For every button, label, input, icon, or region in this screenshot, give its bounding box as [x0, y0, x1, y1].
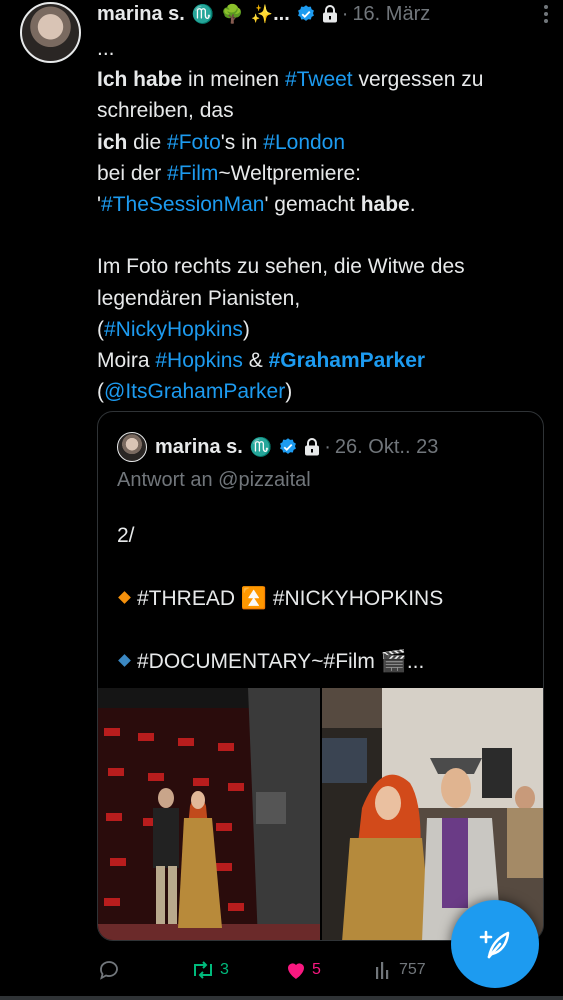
compose-button[interactable]	[451, 900, 539, 988]
lock-icon	[304, 438, 320, 456]
quote-header: marina s. ♏ · 26. Okt.. 23	[117, 432, 438, 462]
photo-premiere-backdrop[interactable]	[98, 688, 320, 940]
lock-icon	[322, 5, 338, 23]
reply-button[interactable]	[97, 958, 125, 982]
author-avatar[interactable]	[20, 2, 81, 63]
retweet-button[interactable]: 3	[190, 958, 229, 982]
like-count: 5	[312, 961, 321, 978]
like-button[interactable]: 5	[284, 958, 321, 982]
hashtag-link[interactable]: #Film	[167, 162, 218, 185]
hashtag-link[interactable]: #GrahamParker	[269, 349, 425, 372]
text-paragraph-1: Ich habe in meinen #Tweet vergessen zu s…	[97, 68, 484, 217]
name-ellipsis: ...	[273, 2, 290, 25]
blue-diamond-icon	[118, 654, 131, 667]
quote-line-1: 2/	[117, 524, 135, 547]
text-ellipsis: ...	[97, 37, 115, 60]
mention-link[interactable]: @ItsGrahamParker	[104, 380, 285, 403]
quote-line-2: #THREAD ⏫ #NICKYHOPKINS	[117, 583, 537, 615]
hashtag-link[interactable]: #NickyHopkins	[104, 318, 243, 341]
orange-diamond-icon	[118, 591, 131, 604]
ophiuchus-emoji: ♏	[191, 3, 215, 24]
ophiuchus-emoji: ♏	[249, 436, 273, 457]
header-separator: ·	[341, 2, 349, 25]
quote-timestamp: 26. Okt.. 23	[334, 435, 439, 458]
text-spacer	[97, 220, 547, 251]
verified-badge-icon	[278, 437, 298, 457]
hashtag-link[interactable]: #Tweet	[285, 68, 353, 91]
quote-line-3: #DOCUMENTARY~#Film 🎬...	[117, 646, 537, 678]
hashtag-link[interactable]: #London	[263, 131, 345, 154]
quote-author-name: marina s.	[155, 435, 243, 458]
views-count: 757	[399, 961, 426, 978]
author-name[interactable]: marina s.	[97, 3, 185, 26]
like-icon	[288, 963, 304, 979]
quoted-tweet[interactable]: marina s. ♏ · 26. Okt.. 23 Antwort an @p…	[97, 411, 544, 941]
hashtag-link[interactable]: #TheSessionMan	[101, 193, 264, 216]
quote-avatar	[117, 432, 147, 462]
retweet-count: 3	[220, 961, 229, 978]
tree-emoji: 🌳	[221, 3, 244, 24]
sparkles-emoji: ✨	[250, 3, 274, 24]
more-icon[interactable]	[543, 4, 549, 24]
verified-badge-icon	[296, 4, 316, 24]
reply-icon	[100, 961, 118, 980]
views-button[interactable]: 757	[373, 959, 426, 981]
tweet-timestamp[interactable]: 16. März	[352, 3, 430, 26]
bottom-divider	[0, 996, 563, 1000]
retweet-icon	[194, 961, 212, 979]
quote-reply-to: Antwort an @pizzaital	[117, 469, 311, 491]
quote-text: 2/ #THREAD ⏫ #NICKYHOPKINS #DOCUMENTARY~…	[117, 520, 537, 678]
tweet-text: ... Ich habe in meinen #Tweet vergessen …	[97, 33, 547, 407]
views-icon	[376, 962, 389, 979]
hashtag-link[interactable]: #Hopkins	[155, 349, 243, 372]
text-paragraph-2: Im Foto rechts zu sehen, die Witwe des l…	[97, 255, 465, 404]
hashtag-link[interactable]: #Foto	[167, 131, 221, 154]
header-separator: ·	[324, 435, 331, 458]
tweet-header: marina s. ♏ 🌳 ✨ ... · 16. März	[97, 0, 552, 28]
compose-feather-icon	[479, 930, 510, 959]
